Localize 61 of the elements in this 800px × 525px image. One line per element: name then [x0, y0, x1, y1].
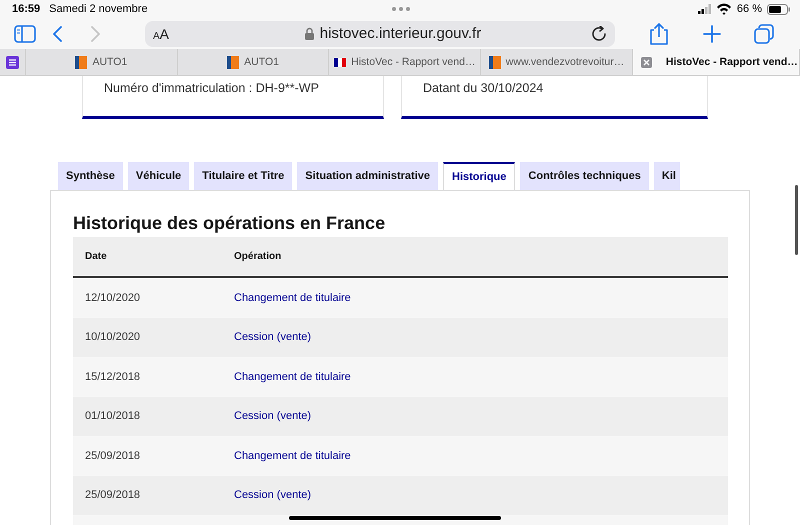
operation-link[interactable]: Changement de titulaire: [234, 292, 351, 304]
clock-time: 16:59: [12, 3, 40, 15]
sidebar-button[interactable]: [14, 24, 36, 42]
address-bar[interactable]: aA histovec.interieur.gouv.fr: [145, 20, 615, 46]
section-heading: Historique des opérations en France: [73, 212, 386, 235]
battery-icon: [766, 4, 790, 14]
list-icon: [6, 56, 19, 68]
chevron-left-icon: [53, 26, 63, 42]
section-tab[interactable]: Kil: [654, 162, 680, 190]
tabs-overview-button[interactable]: [754, 24, 774, 44]
url-text: histovec.interieur.gouv.fr: [320, 25, 482, 42]
share-button[interactable]: [648, 22, 670, 44]
sidebar-icon: [14, 24, 36, 42]
section-tab[interactable]: Historique: [443, 162, 516, 190]
section-tab[interactable]: Titulaire et Titre: [194, 162, 292, 190]
battery-percentage: 66 %: [736, 3, 762, 15]
close-tab-button[interactable]: [640, 56, 652, 68]
date-text: Samedi 2 novembre: [49, 3, 148, 15]
browser-tab[interactable]: www.vendezvotrevoitur…: [481, 49, 633, 75]
scrollbar: [795, 185, 798, 255]
date-cell: 15/12/2018: [85, 370, 140, 383]
back-button[interactable]: [53, 26, 63, 42]
new-tab-button[interactable]: [703, 24, 721, 42]
reload-button[interactable]: [592, 26, 607, 41]
date-cell: 10/10/2020: [85, 331, 140, 344]
column-header: Opération: [234, 251, 282, 262]
section-tab[interactable]: Contrôles techniques: [520, 162, 649, 190]
info-card: Datant du 30/10/2024: [401, 76, 708, 119]
operation-link[interactable]: Cession (vente): [234, 410, 312, 422]
two-tone-square-icon: [488, 56, 501, 68]
lock-icon: [304, 27, 315, 40]
browser-tab[interactable]: AUTO1: [26, 49, 178, 75]
two-tone-square-icon: [75, 56, 88, 68]
share-icon: [648, 22, 670, 44]
info-card: Numéro d'immatriculation : DH-9**-WP: [82, 76, 384, 119]
date-cell: 25/09/2018: [85, 489, 140, 502]
tabs-icon: [754, 24, 774, 44]
operation-link[interactable]: Changement de titulaire: [234, 450, 351, 462]
chevron-right-icon: [90, 26, 100, 42]
date-cell: 25/09/2018: [85, 450, 140, 462]
plus-icon: [703, 24, 721, 42]
more-dots-icon: [390, 6, 411, 12]
section-tab[interactable]: Synthèse: [58, 162, 123, 190]
column-header: Date: [84, 251, 108, 262]
reload-icon: [592, 26, 607, 41]
wifi-icon: [716, 3, 732, 15]
section-tab[interactable]: Véhicule: [128, 162, 190, 190]
operation-link[interactable]: Cession (vente): [234, 489, 312, 502]
browser-tab[interactable]: AUTO1: [178, 49, 330, 75]
browser-tab[interactable]: HistoVec - Rapport vend…: [329, 49, 482, 75]
close-icon: [640, 56, 652, 68]
date-cell: 12/10/2020: [85, 292, 140, 304]
two-tone-square-icon: [227, 56, 240, 68]
date-cell: 01/10/2018: [85, 410, 140, 422]
operation-link[interactable]: Cession (vente): [234, 331, 312, 344]
section-tab[interactable]: Situation administrative: [297, 162, 438, 190]
reader-button[interactable]: aA: [153, 26, 193, 42]
operation-link[interactable]: Changement de titulaire: [234, 370, 351, 383]
browser-tab[interactable]: HistoVec - Rapport vend…: [632, 49, 800, 75]
french-flag-icon: [334, 58, 346, 66]
signal-icon: [698, 4, 711, 14]
